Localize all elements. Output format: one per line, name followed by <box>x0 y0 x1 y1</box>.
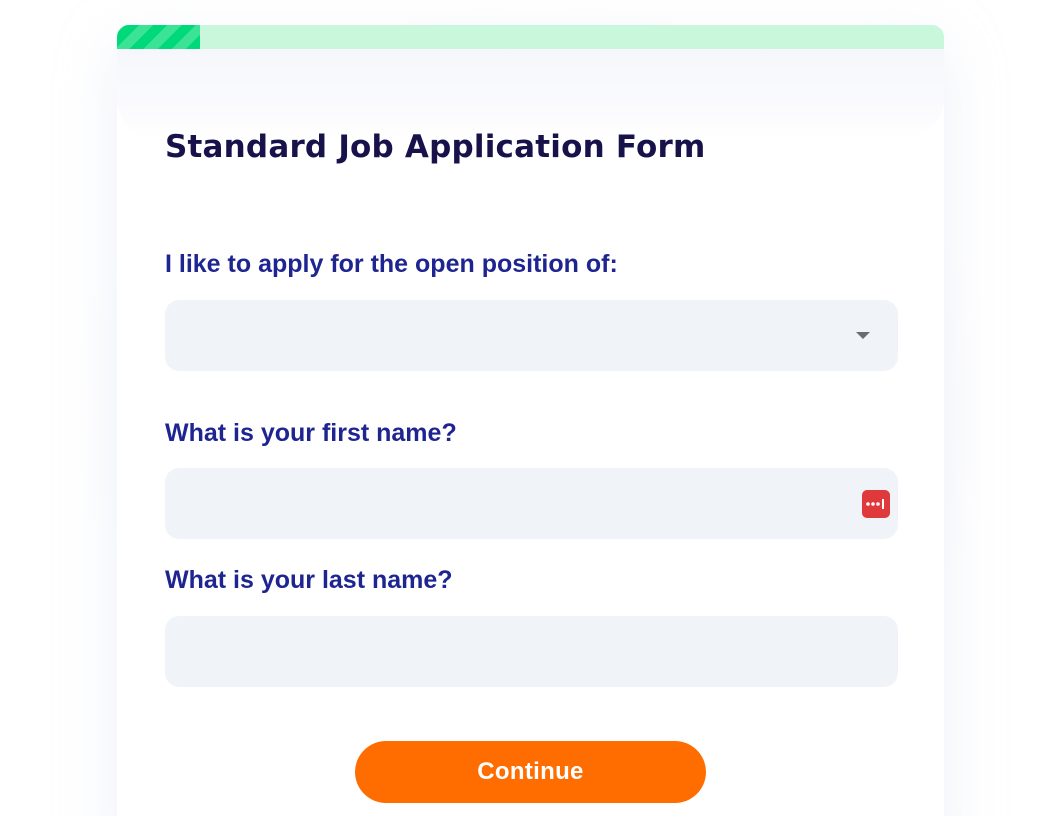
first-name-label: What is your first name? <box>165 419 457 447</box>
password-manager-icon[interactable] <box>862 490 890 518</box>
progress-bar-fill <box>117 25 200 49</box>
progress-bar <box>117 25 944 49</box>
continue-button[interactable]: Continue <box>355 741 706 803</box>
last-name-input[interactable] <box>165 616 898 687</box>
chevron-down-icon[interactable] <box>856 332 870 339</box>
application-card: Standard Job Application Form I like to … <box>117 25 944 816</box>
position-select[interactable] <box>165 300 898 371</box>
first-name-input[interactable] <box>165 468 898 539</box>
last-name-label: What is your last name? <box>165 566 453 594</box>
page-title: Standard Job Application Form <box>165 129 706 165</box>
page: Standard Job Application Form I like to … <box>0 0 1040 816</box>
card-header-band <box>117 49 944 139</box>
position-label: I like to apply for the open position of… <box>165 250 618 278</box>
